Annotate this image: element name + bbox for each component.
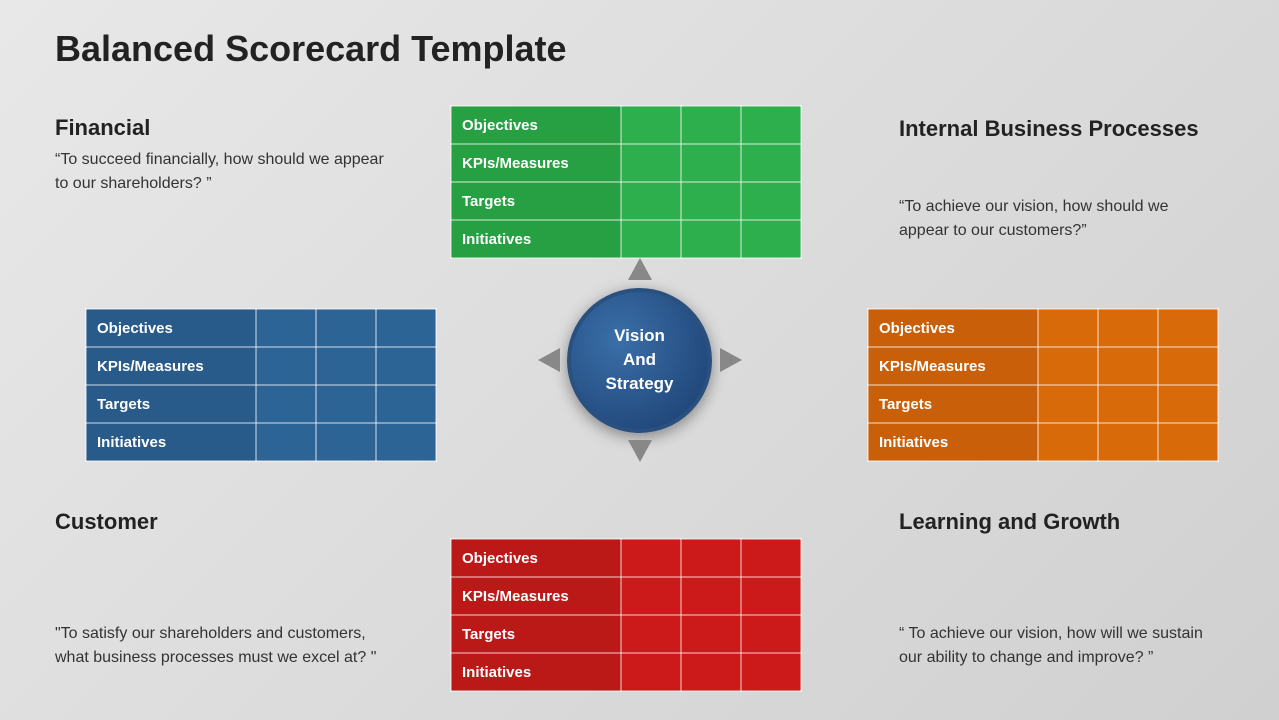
learning-table: Objectives KPIs/Measures Targets Initiat… (450, 538, 802, 692)
customer-row-kpis: KPIs/Measures (86, 347, 256, 385)
customer-row-objectives: Objectives (86, 309, 256, 347)
learning-row-targets: Targets (451, 615, 621, 653)
arrow-down-icon (628, 440, 652, 462)
financial-row-targets: Targets (451, 182, 621, 220)
vision-text: VisionAndStrategy (605, 324, 673, 395)
internal-row-targets: Targets (868, 385, 1038, 423)
learning-row-kpis: KPIs/Measures (451, 577, 621, 615)
internal-row-initiatives: Initiatives (868, 423, 1038, 461)
financial-table: Objectives KPIs/Measures Targets Initiat… (450, 105, 802, 259)
internal-row-objectives: Objectives (868, 309, 1038, 347)
customer-table: Objectives KPIs/Measures Targets Initiat… (85, 308, 437, 462)
arrow-right-icon (720, 348, 742, 372)
vision-circle-container: VisionAndStrategy (560, 280, 720, 440)
internal-label: Internal Business Processes (899, 115, 1219, 144)
customer-row-initiatives: Initiatives (86, 423, 256, 461)
financial-row-kpis: KPIs/Measures (451, 144, 621, 182)
learning-label: Learning and Growth (899, 509, 1219, 535)
internal-text: “To achieve our vision, how should we ap… (899, 195, 1219, 243)
page-title: Balanced Scorecard Template (55, 28, 567, 70)
learning-text: “ To achieve our vision, how will we sus… (899, 622, 1219, 670)
customer-row-targets: Targets (86, 385, 256, 423)
financial-label: Financial (55, 115, 150, 141)
customer-label: Customer (55, 509, 158, 535)
financial-row-initiatives: Initiatives (451, 220, 621, 258)
financial-text: “To succeed financially, how should we a… (55, 148, 395, 196)
arrow-up-icon (628, 258, 652, 280)
learning-row-initiatives: Initiatives (451, 653, 621, 691)
customer-text: "To satisfy our shareholders and custome… (55, 622, 395, 670)
learning-row-objectives: Objectives (451, 539, 621, 577)
arrow-left-icon (538, 348, 560, 372)
internal-table: Objectives KPIs/Measures Targets Initiat… (867, 308, 1219, 462)
vision-circle: VisionAndStrategy (567, 288, 712, 433)
internal-row-kpis: KPIs/Measures (868, 347, 1038, 385)
financial-row-objectives: Objectives (451, 106, 621, 144)
